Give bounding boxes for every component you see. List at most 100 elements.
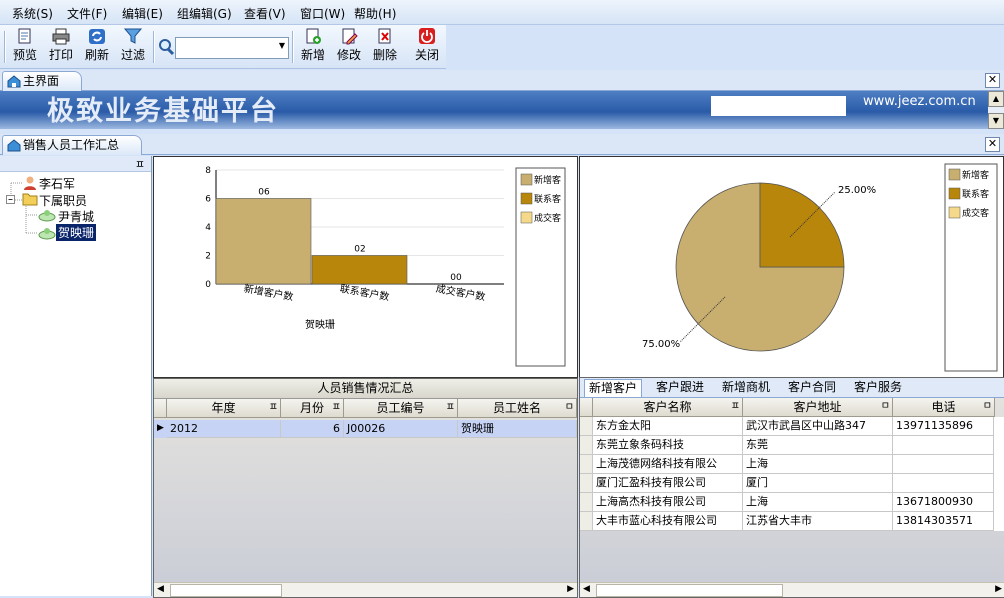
tab-customer-service[interactable]: 客户服务 (850, 379, 906, 396)
delete-icon (378, 28, 391, 44)
table-cell: 厦门 (743, 474, 893, 493)
menu-system[interactable]: 系统(S) (12, 5, 53, 22)
bar-chart: 0246806新增客户数02联系客户数00成交客户数贺映珊新增客联系客成交客 (205, 166, 566, 367)
table-row[interactable]: 上海茂德网络科技有限公 上海 (580, 455, 1004, 474)
y-tick-label: 2 (205, 252, 211, 262)
tree-node-member-selected[interactable]: 贺映珊 (56, 224, 97, 241)
horizontal-scrollbar[interactable]: ◀ ▶ (580, 582, 1004, 597)
banner-url[interactable]: www.jeez.com.cn (863, 94, 976, 109)
summary-title: 人员销售情况汇总 (154, 379, 577, 399)
column-header-year[interactable]: 年度ㅍ (167, 399, 281, 418)
main-tab-bar: 主界面 ✕ (0, 70, 1004, 91)
banner-search-field[interactable] (711, 96, 846, 116)
row-pointer-icon: ▶ (157, 423, 164, 433)
scroll-thumb[interactable] (596, 584, 783, 597)
pin-icon[interactable]: ㅁ (881, 398, 890, 416)
menu-file[interactable]: 文件(F) (67, 5, 107, 22)
column-header-customer-address[interactable]: 客户地址ㅁ (743, 398, 893, 417)
table-row[interactable]: ▶ 2012 6 J00026 贺映珊 (154, 420, 577, 438)
toolbar-separator (153, 31, 155, 63)
toolbar-separator (292, 31, 294, 63)
column-header-employee-id[interactable]: 员工编号ㅍ (344, 399, 458, 418)
pie-chart: 25.00% 75.00% 新增客联系客成交客 (642, 163, 998, 372)
add-button[interactable]: 新增 (298, 28, 328, 66)
delete-button[interactable]: 删除 (370, 28, 400, 66)
legend-label: 成交客 (534, 212, 561, 224)
tab-sales-summary[interactable]: 销售人员工作汇总 (2, 135, 143, 155)
table-row[interactable]: 东方金太阳 武汉市武昌区中山路347 13971135896 (580, 417, 1004, 436)
menu-help[interactable]: 帮助(H) (354, 5, 396, 22)
banner-scrollbar[interactable]: ▲ ▼ (988, 91, 1004, 129)
pin-icon[interactable]: ㅍ (446, 399, 455, 417)
table-row[interactable]: 上海高杰科技有限公司 上海 13671800930 (580, 493, 1004, 512)
table-cell: 东方金太阳 (593, 417, 743, 436)
legend-label: 联系客 (962, 188, 989, 200)
menu-window[interactable]: 窗口(W) (300, 5, 345, 22)
table-cell (893, 474, 994, 493)
close-main-tab-button[interactable]: ✕ (985, 73, 1000, 88)
refresh-button[interactable]: 刷新 (82, 28, 112, 66)
preview-button[interactable]: 预览 (10, 28, 40, 66)
tab-customer-contract[interactable]: 客户合同 (784, 379, 840, 396)
menu-view[interactable]: 查看(V) (244, 5, 286, 22)
tab-main[interactable]: 主界面 (2, 71, 83, 91)
scroll-right-icon[interactable]: ▶ (567, 584, 574, 594)
row-indicator[interactable] (580, 493, 593, 512)
tab-new-opportunity[interactable]: 新增商机 (718, 379, 774, 396)
table-cell (893, 455, 994, 474)
y-tick-label: 4 (205, 223, 211, 233)
edit-icon (342, 28, 358, 45)
report-tab-bar: 销售人员工作汇总 ✕ (0, 134, 1004, 155)
bar (215, 198, 312, 285)
horizontal-scrollbar[interactable]: ◀ ▶ (154, 582, 577, 597)
scroll-thumb[interactable] (170, 584, 282, 597)
scroll-left-icon[interactable]: ◀ (583, 584, 590, 594)
banner-title: 极致业务基础平台 (47, 96, 279, 127)
tab-customer-followup[interactable]: 客户跟进 (652, 379, 708, 396)
x-tick-label: 成交客户数 (435, 282, 486, 303)
tab-new-customers[interactable]: 新增客户 (584, 379, 643, 397)
table-row[interactable]: 厦门汇盈科技有限公司 厦门 (580, 474, 1004, 493)
table-cell: 上海茂德网络科技有限公 (593, 455, 743, 474)
tree-node-group[interactable]: 下属职员 (39, 192, 87, 209)
table-row[interactable]: 东莞立象条码科技 东莞 (580, 436, 1004, 455)
search-combo[interactable]: ▼ (175, 37, 289, 59)
column-header-employee-name[interactable]: 员工姓名ㅁ (458, 399, 577, 418)
legend-swatch (948, 168, 961, 181)
legend-swatch (948, 187, 961, 200)
pin-icon[interactable]: ㅍ (731, 398, 740, 416)
menu-group-edit[interactable]: 组编辑(G) (177, 5, 232, 22)
pin-icon[interactable]: ㅍ (135, 156, 145, 172)
table-row[interactable]: 大丰市蓝心科技有限公司 江苏省大丰市 13814303571 (580, 512, 1004, 531)
row-indicator[interactable] (580, 455, 593, 474)
pin-icon[interactable]: ㅍ (269, 399, 278, 417)
scroll-up-icon[interactable]: ▲ (988, 91, 1004, 107)
print-button[interactable]: 打印 (46, 28, 76, 66)
bar-chart-panel: 0 2 4 6 8 06 新增客户数 02 联系客户数 00 成交客户数 贺映珊 新增客 联系客 成交客 (153, 156, 578, 378)
row-indicator[interactable] (580, 512, 593, 531)
scroll-down-icon[interactable]: ▼ (988, 113, 1004, 129)
tree-node-root[interactable]: 李石军 (39, 175, 75, 192)
menu-edit[interactable]: 编辑(E) (122, 5, 163, 22)
staff-icon (38, 228, 56, 240)
row-indicator[interactable] (580, 436, 593, 455)
pin-icon[interactable]: ㅍ (332, 399, 341, 417)
table-cell: 上海高杰科技有限公司 (593, 493, 743, 512)
edit-button[interactable]: 修改 (334, 28, 364, 66)
scroll-right-icon[interactable]: ▶ (995, 584, 1002, 594)
scroll-left-icon[interactable]: ◀ (157, 584, 164, 594)
close-button[interactable]: 关闭 (412, 28, 442, 66)
column-header-month[interactable]: 月份ㅍ (281, 399, 344, 418)
close-report-tab-button[interactable]: ✕ (985, 137, 1000, 152)
table-cell: 武汉市武昌区中山路347 (743, 417, 893, 436)
row-indicator[interactable] (580, 474, 593, 493)
column-header-customer-name[interactable]: 客户名称ㅍ (593, 398, 743, 417)
filter-button[interactable]: 过滤 (118, 28, 148, 66)
column-header-phone[interactable]: 电话ㅁ (893, 398, 995, 417)
tree-node-member[interactable]: 尹青城 (58, 208, 94, 225)
row-indicator[interactable] (580, 417, 593, 436)
pin-icon[interactable]: ㅁ (565, 399, 574, 417)
printer-icon (52, 28, 70, 45)
pin-icon[interactable]: ㅁ (983, 398, 992, 416)
chevron-down-icon[interactable]: ▼ (279, 41, 285, 50)
